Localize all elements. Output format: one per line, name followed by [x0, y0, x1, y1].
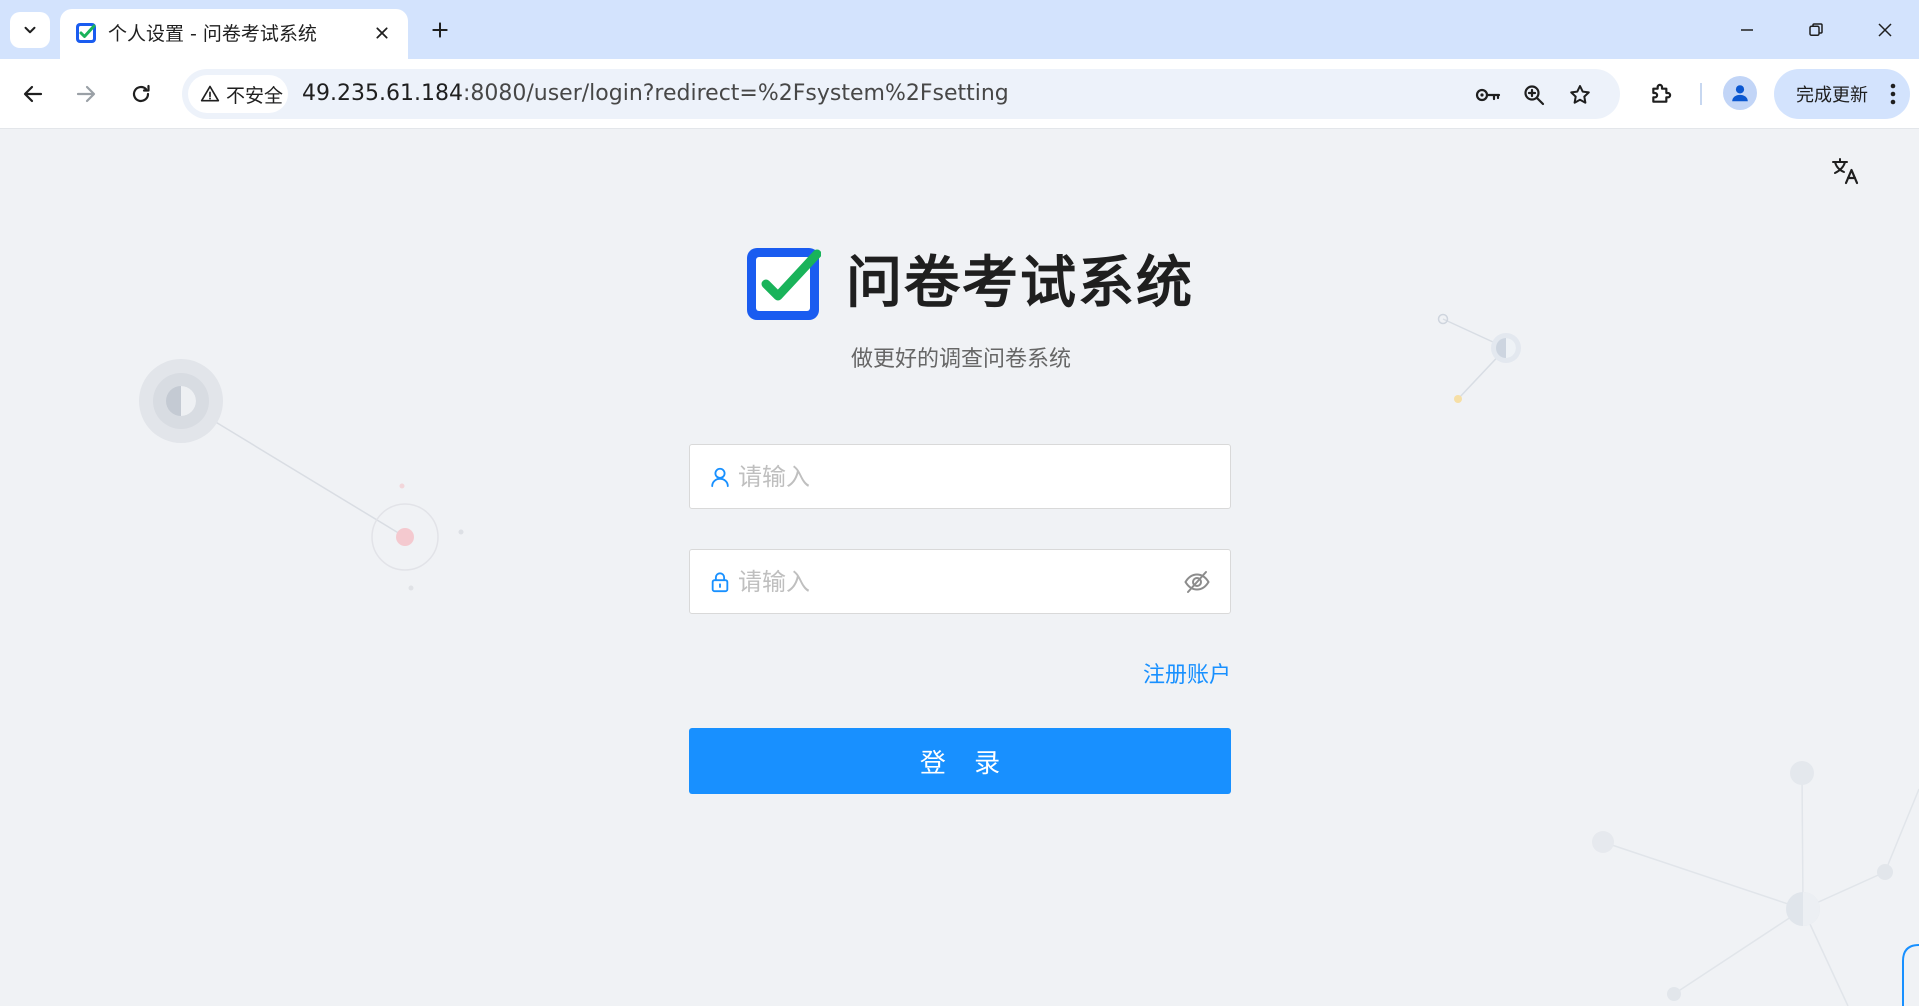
update-button[interactable]: 完成更新 [1774, 69, 1910, 119]
warning-triangle-icon [200, 85, 220, 102]
register-account-link[interactable]: 注册账户 [1143, 661, 1231, 691]
app-logo: 问卷考试系统 [745, 246, 1194, 322]
password-field[interactable] [689, 549, 1231, 614]
reload-button[interactable] [120, 73, 162, 115]
bookmark-button[interactable] [1566, 81, 1594, 109]
star-icon [1570, 85, 1590, 104]
login-page: 问卷考试系统 做更好的调查问卷系统 注册账户 登 录 [0, 129, 1919, 1006]
more-vertical-icon [1890, 83, 1896, 105]
url-host: 49.235.61.184 [302, 81, 463, 106]
tab-title: 个人设置 - 问卷考试系统 [108, 23, 317, 45]
zoom-in-icon [1524, 85, 1545, 106]
browser-toolbar: 不安全 49.235.61.184:8080/user/login?redire… [0, 59, 1919, 129]
password-input[interactable] [738, 550, 1178, 613]
window-close-button[interactable] [1860, 10, 1910, 50]
translate-icon [1832, 158, 1859, 185]
puzzle-icon [1652, 83, 1672, 103]
url-path: :8080/user/login?redirect=%2Fsystem%2Fse… [462, 81, 1009, 106]
extensions-button[interactable] [1644, 75, 1680, 111]
close-icon [376, 27, 388, 39]
forward-button[interactable] [65, 73, 107, 115]
toolbar-separator [1700, 83, 1702, 105]
app-subtitle: 做更好的调查问卷系统 [850, 347, 1071, 372]
tab-search-button[interactable] [10, 12, 50, 48]
browser-tab-active[interactable]: 个人设置 - 问卷考试系统 [60, 9, 408, 59]
close-icon [1878, 23, 1892, 37]
plus-icon [432, 22, 448, 38]
arrow-left-icon [23, 85, 43, 103]
update-label: 完成更新 [1796, 85, 1868, 106]
window-minimize-button[interactable] [1722, 10, 1772, 50]
lock-icon [708, 570, 732, 594]
user-icon [708, 465, 732, 489]
browser-tabstrip: 个人设置 - 问卷考试系统 [0, 0, 1919, 59]
tab-close-button[interactable] [368, 19, 396, 47]
url-text[interactable]: 49.235.61.184:8080/user/login?redirect=%… [302, 81, 1009, 107]
login-button[interactable]: 登 录 [689, 728, 1231, 794]
reload-icon [132, 84, 150, 103]
key-icon [1475, 88, 1501, 102]
back-button[interactable] [12, 73, 54, 115]
arrow-right-icon [76, 85, 96, 103]
person-icon [1732, 85, 1748, 102]
zoom-button[interactable] [1520, 81, 1548, 109]
restore-icon [1809, 23, 1823, 36]
password-manager-button[interactable] [1474, 81, 1502, 109]
window-restore-button[interactable] [1791, 10, 1841, 50]
profile-button[interactable] [1723, 76, 1757, 110]
eye-invisible-icon[interactable] [1182, 567, 1212, 597]
new-tab-button[interactable] [422, 12, 458, 48]
username-input[interactable] [738, 445, 1178, 508]
app-title: 问卷考试系统 [846, 251, 1194, 316]
address-bar[interactable]: 不安全 49.235.61.184:8080/user/login?redire… [182, 69, 1620, 119]
language-switch-button[interactable] [1828, 153, 1864, 189]
username-field[interactable] [689, 444, 1231, 509]
chevron-down-icon [24, 26, 36, 34]
login-form: 注册账户 登 录 [689, 444, 1231, 794]
checkbox-logo-icon [747, 248, 821, 320]
checkbox-logo-icon [76, 23, 96, 43]
minimize-icon [1741, 29, 1753, 31]
security-indicator[interactable]: 不安全 [188, 75, 288, 113]
security-label: 不安全 [226, 84, 284, 107]
